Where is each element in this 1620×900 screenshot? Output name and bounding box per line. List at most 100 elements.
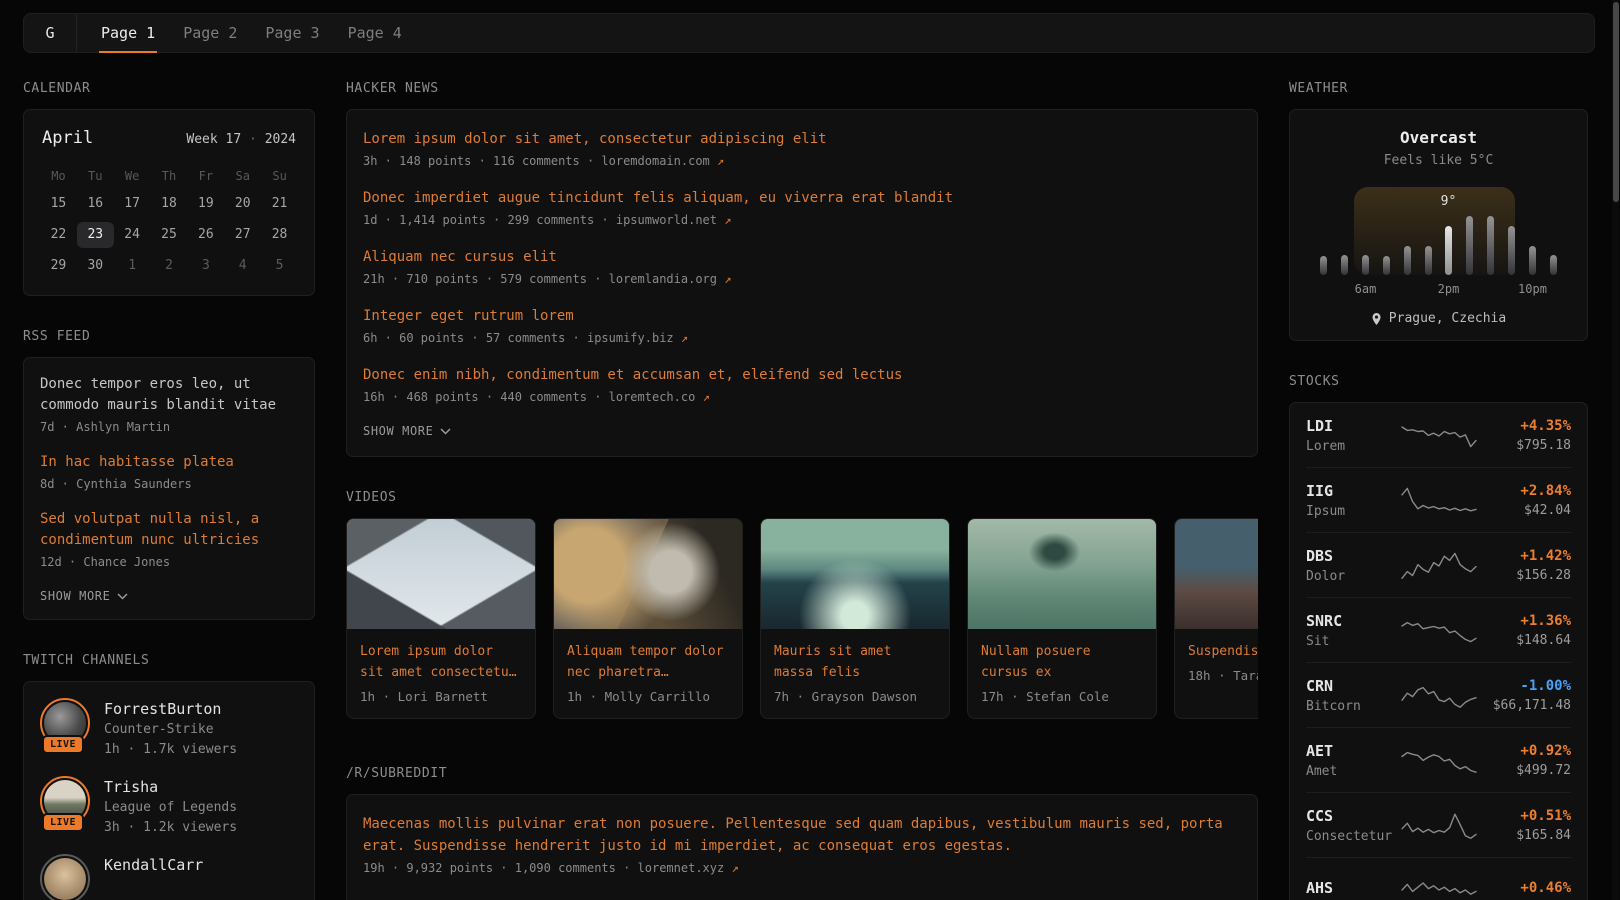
video-thumbnail <box>347 519 535 629</box>
page-scrollbar[interactable] <box>1612 0 1619 900</box>
stock-row[interactable]: IIGIpsum +2.84%$42.04 <box>1306 467 1571 532</box>
calendar-day-next-month: 1 <box>114 253 151 279</box>
rss-item: Donec tempor eros leo, ut commodo mauris… <box>40 374 298 437</box>
stock-row[interactable]: AETAmet +0.92%$499.72 <box>1306 727 1571 792</box>
twitch-channel-info: Trisha League of Legends 3h · 1.2k viewe… <box>104 776 237 838</box>
twitch-channel[interactable]: KendallCarr <box>40 854 298 900</box>
calendar-year: 2024 <box>265 132 296 147</box>
scrollbar-thumb[interactable] <box>1613 2 1619 202</box>
news-title-link[interactable]: Lorem ipsum dolor sit amet, consectetur … <box>363 128 1241 150</box>
video-thumbnail <box>968 519 1156 629</box>
videos-row: Lorem ipsum dolor sit amet consectetu… 1… <box>346 518 1258 719</box>
stock-sparkline <box>1398 872 1480 900</box>
video-meta: 1h · Lori Barnett <box>360 689 522 704</box>
stock-symbol: LDI <box>1306 417 1398 435</box>
stock-values: +1.42%$156.28 <box>1480 548 1572 583</box>
news-item: Aliquam nec cursus elit 21h · 710 points… <box>363 246 1241 289</box>
hacker-news-widget-label: HACKER NEWS <box>346 81 1258 96</box>
stock-change: +2.84% <box>1480 483 1572 499</box>
live-badge: LIVE <box>42 735 84 754</box>
video-card[interactable]: Nullam posuere cursus ex 17h · Stefan Co… <box>967 518 1157 719</box>
stock-change: +1.42% <box>1480 548 1572 564</box>
rss-card: Donec tempor eros leo, ut commodo mauris… <box>23 357 315 620</box>
tab-page-4[interactable]: Page 4 <box>346 14 404 53</box>
video-thumbnail <box>1175 519 1258 629</box>
stock-symbol: SNRC <box>1306 612 1398 630</box>
rss-show-more-button[interactable]: SHOW MORE <box>40 589 128 603</box>
twitch-card: LIVE ForrestBurton Counter-Strike 1h · 1… <box>23 681 315 900</box>
left-column: CALENDAR April Week 17 · 2024 Mo Tu We T… <box>23 81 315 900</box>
news-item: Integer eget rutrum lorem 6h · 60 points… <box>363 305 1241 348</box>
calendar-grid: Mo Tu We Th Fr Sa Su 15 16 17 18 19 20 2… <box>40 166 298 279</box>
twitch-channel[interactable]: LIVE Trisha League of Legends 3h · 1.2k … <box>40 776 298 838</box>
video-title: Mauris sit amet massa felis <box>774 641 936 683</box>
subreddit-post-link[interactable]: Maecenas mollis pulvinar erat non posuer… <box>363 813 1241 857</box>
page-tabs: Page 1 Page 2 Page 3 Page 4 <box>99 14 404 52</box>
tab-page-2[interactable]: Page 2 <box>181 14 239 53</box>
video-title: Aliquam tempor dolor nec pharetra… <box>567 641 729 683</box>
rss-item-link[interactable]: In hac habitasse platea <box>40 452 298 473</box>
video-meta: 7h · Grayson Dawson <box>774 689 936 704</box>
twitch-channel[interactable]: LIVE ForrestBurton Counter-Strike 1h · 1… <box>40 698 298 760</box>
stock-row[interactable]: CCSConsectetur +0.51%$165.84 <box>1306 792 1571 857</box>
news-show-more-button[interactable]: SHOW MORE <box>363 424 451 438</box>
news-meta: 21h · 710 points · 579 comments · loreml… <box>363 269 1241 289</box>
video-card[interactable]: Aliquam tempor dolor nec pharetra… 1h · … <box>553 518 743 719</box>
stock-sparkline <box>1398 483 1480 519</box>
weekday-label: Su <box>261 166 298 186</box>
video-card[interactable]: Mauris sit amet massa felis 7h · Grayson… <box>760 518 950 719</box>
stock-row[interactable]: CRNBitcorn -1.00%$66,171.48 <box>1306 662 1571 727</box>
rss-item-meta: 7d · Ashlyn Martin <box>40 418 298 437</box>
twitch-widget-label: TWITCH CHANNELS <box>23 653 315 668</box>
avatar: LIVE <box>40 776 90 826</box>
stock-row[interactable]: LDILorem +4.35%$795.18 <box>1306 403 1571 467</box>
weekday-label: Mo <box>40 166 77 186</box>
weather-bars <box>1320 215 1557 275</box>
calendar-day: 30 <box>77 253 114 279</box>
stock-name: Amet <box>1306 764 1398 779</box>
news-meta-text: 3h · 148 points · 116 comments · loremdo… <box>363 154 710 168</box>
stock-change: +0.46% <box>1480 880 1572 896</box>
weather-bar <box>1550 255 1557 275</box>
weekday-label: Tu <box>77 166 114 186</box>
stock-values: +4.35%$795.18 <box>1480 418 1572 453</box>
news-meta: 1d · 1,414 points · 299 comments · ipsum… <box>363 210 1241 230</box>
right-column: WEATHER Overcast Feels like 5°C 9° 6am 2… <box>1289 81 1588 900</box>
stock-name: Sit <box>1306 634 1398 649</box>
stock-change: -1.00% <box>1480 678 1572 694</box>
video-card-body: Nullam posuere cursus ex 17h · Stefan Co… <box>968 629 1156 718</box>
stock-row[interactable]: DBSDolor +1.42%$156.28 <box>1306 532 1571 597</box>
news-meta-text: 16h · 468 points · 440 comments · loremt… <box>363 390 695 404</box>
rss-widget: RSS FEED Donec tempor eros leo, ut commo… <box>23 329 315 620</box>
stock-price: $42.04 <box>1480 503 1572 518</box>
news-meta: 6h · 60 points · 57 comments · ipsumify.… <box>363 328 1241 348</box>
stock-change: +0.92% <box>1480 743 1572 759</box>
tab-page-3[interactable]: Page 3 <box>263 14 321 53</box>
weather-feels-like: Feels like 5°C <box>1310 153 1567 168</box>
middle-column: HACKER NEWS Lorem ipsum dolor sit amet, … <box>346 81 1258 900</box>
subreddit-meta-text: 19h · 9,932 points · 1,090 comments · lo… <box>363 861 724 875</box>
rss-item-link[interactable]: Donec tempor eros leo, ut commodo mauris… <box>40 374 298 416</box>
stock-row[interactable]: AHS +0.46% <box>1306 857 1571 900</box>
app-logo[interactable]: G <box>24 14 77 52</box>
calendar-day: 28 <box>261 222 298 248</box>
news-title-link[interactable]: Donec enim nibh, condimentum et accumsan… <box>363 364 1241 386</box>
news-title-link[interactable]: Aliquam nec cursus elit <box>363 246 1241 268</box>
video-card[interactable]: Suspendisse diam 18h · Tara <box>1174 518 1258 719</box>
news-title-link[interactable]: Integer eget rutrum lorem <box>363 305 1241 327</box>
stock-row[interactable]: SNRCSit +1.36%$148.64 <box>1306 597 1571 662</box>
dashboard-columns: CALENDAR April Week 17 · 2024 Mo Tu We T… <box>23 81 1595 900</box>
weather-bar <box>1445 226 1452 275</box>
videos-widget-label: VIDEOS <box>346 490 1258 505</box>
stock-id: AETAmet <box>1306 742 1398 779</box>
weather-bar <box>1404 246 1411 275</box>
calendar-day-next-month: 3 <box>187 253 224 279</box>
rss-item-link[interactable]: Sed volutpat nulla nisl, a condimentum n… <box>40 509 298 551</box>
calendar-card: April Week 17 · 2024 Mo Tu We Th Fr Sa S… <box>23 109 315 296</box>
video-card[interactable]: Lorem ipsum dolor sit amet consectetu… 1… <box>346 518 536 719</box>
weather-time-labels: 6am 2pm 10pm <box>1320 282 1557 297</box>
news-title-link[interactable]: Donec imperdiet augue tincidunt felis al… <box>363 187 1241 209</box>
calendar-day: 29 <box>40 253 77 279</box>
tab-page-1[interactable]: Page 1 <box>99 14 157 53</box>
calendar-day: 16 <box>77 191 114 217</box>
